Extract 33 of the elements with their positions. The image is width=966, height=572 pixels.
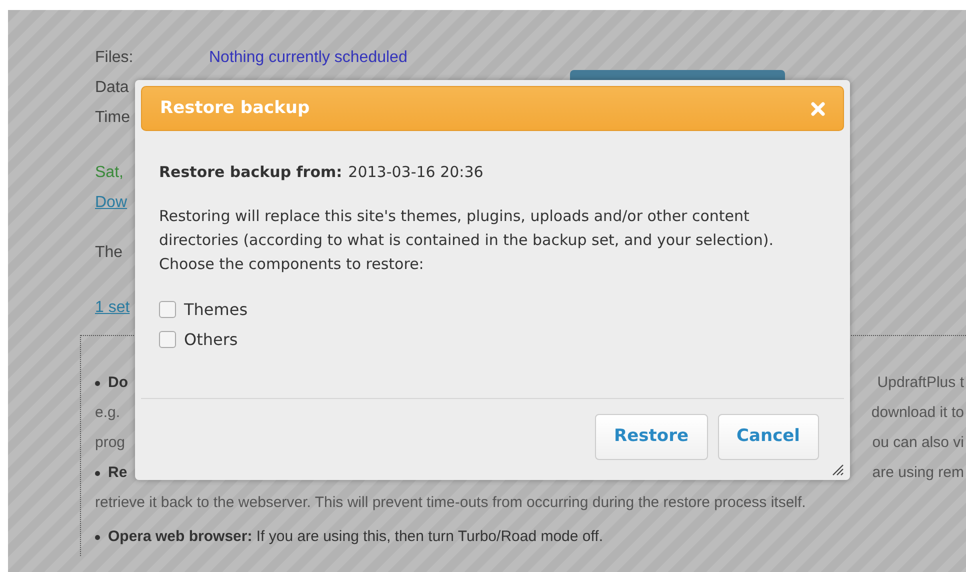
note-text: Re <box>108 462 128 483</box>
note-text: e.g. <box>95 402 120 423</box>
close-icon[interactable] <box>811 102 825 116</box>
status-text: Sat, <box>95 163 124 183</box>
note-text: Do <box>108 372 128 393</box>
note-text: retrieve it back to the webserver. This will prevent time-outs from occurring during the restore process itself. <box>95 492 806 513</box>
download-link[interactable]: Dow <box>95 191 128 215</box>
note-text: prog <box>95 432 126 453</box>
dialog-button[interactable]: Cancel <box>718 414 819 460</box>
dialog-title: Restore backup <box>160 96 310 120</box>
restore-from-label: Restore backup from: <box>159 162 342 183</box>
component-checkbox[interactable] <box>159 301 176 318</box>
schedule-label: Time <box>95 108 130 128</box>
component-checkbox[interactable] <box>159 331 176 348</box>
note-text: download it to <box>871 402 964 423</box>
backup-sets-link[interactable]: 1 set <box>95 296 130 320</box>
note-text: ou can also vi <box>872 432 964 453</box>
description-text: Restoring will replace this site's themes, plugins, uploads and/or other content directories (according to what is contained in the backup set, and your selection). Choose the components to restore: <box>159 206 774 274</box>
note-text: are using rem <box>872 462 964 483</box>
schedule-label: Data <box>95 78 129 98</box>
dialog-button[interactable]: Restore <box>595 414 708 460</box>
note-text: UpdraftPlus t <box>877 372 964 393</box>
bullet-icon <box>95 470 100 476</box>
info-text: The <box>95 243 123 263</box>
restore-from-date: 2013-03-16 20:36 <box>348 162 484 183</box>
component-label: Others <box>184 328 238 350</box>
schedule-value: Nothing currently scheduled <box>209 48 408 68</box>
component-label: Themes <box>184 298 248 320</box>
bullet-icon <box>95 534 100 540</box>
note-text: Opera web browser: If you are using this, then turn Turbo/Road mode off. <box>108 526 603 547</box>
bullet-icon <box>95 380 100 386</box>
resize-grip-icon <box>830 462 844 476</box>
schedule-label: Files: <box>95 48 134 68</box>
